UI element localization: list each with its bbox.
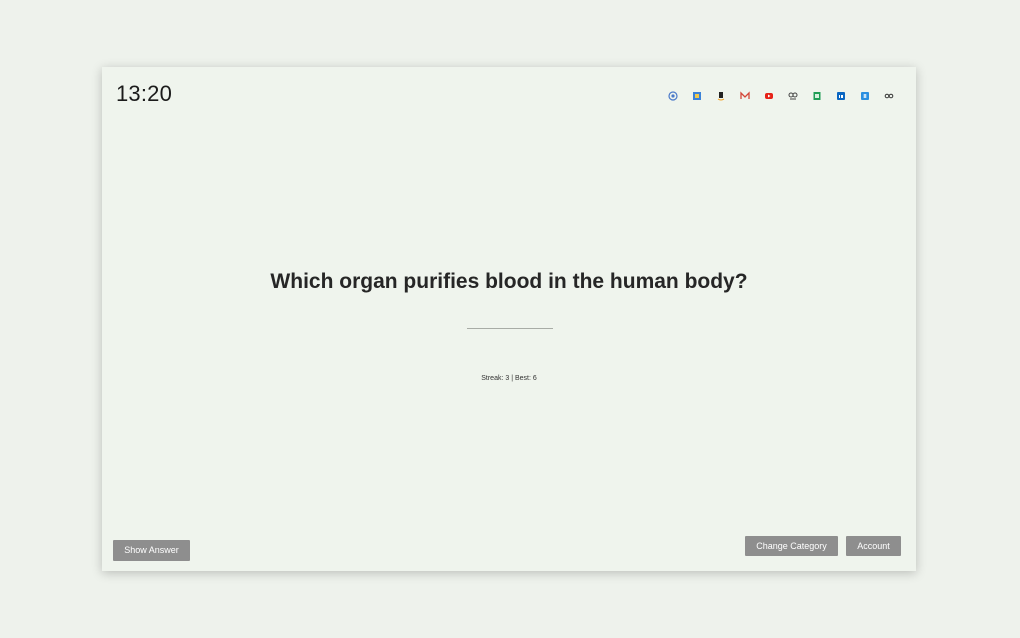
answer-divider — [467, 328, 553, 329]
youtube-icon[interactable] — [762, 89, 776, 103]
account-button[interactable]: Account — [846, 536, 901, 556]
sheets-icon[interactable] — [810, 89, 824, 103]
glasses-icon[interactable] — [882, 89, 896, 103]
gmail-icon[interactable] — [738, 89, 752, 103]
quiz-panel: 13:20 Which organ purifies blood in the … — [102, 67, 916, 571]
linkedin-icon[interactable] — [834, 89, 848, 103]
google-drive-icon[interactable] — [690, 89, 704, 103]
dropbox-icon[interactable] — [858, 89, 872, 103]
clock: 13:20 — [116, 81, 173, 106]
show-answer-button[interactable]: Show Answer — [113, 540, 190, 561]
shortcut-bar — [666, 89, 896, 103]
goodreads-icon[interactable] — [786, 89, 800, 103]
amazon-icon[interactable] — [714, 89, 728, 103]
score-text: Streak: 3 | Best: 6 — [481, 375, 537, 382]
question-text: Which organ purifies blood in the human … — [270, 270, 748, 293]
chrome-icon[interactable] — [666, 89, 680, 103]
change-category-button[interactable]: Change Category — [745, 536, 838, 556]
